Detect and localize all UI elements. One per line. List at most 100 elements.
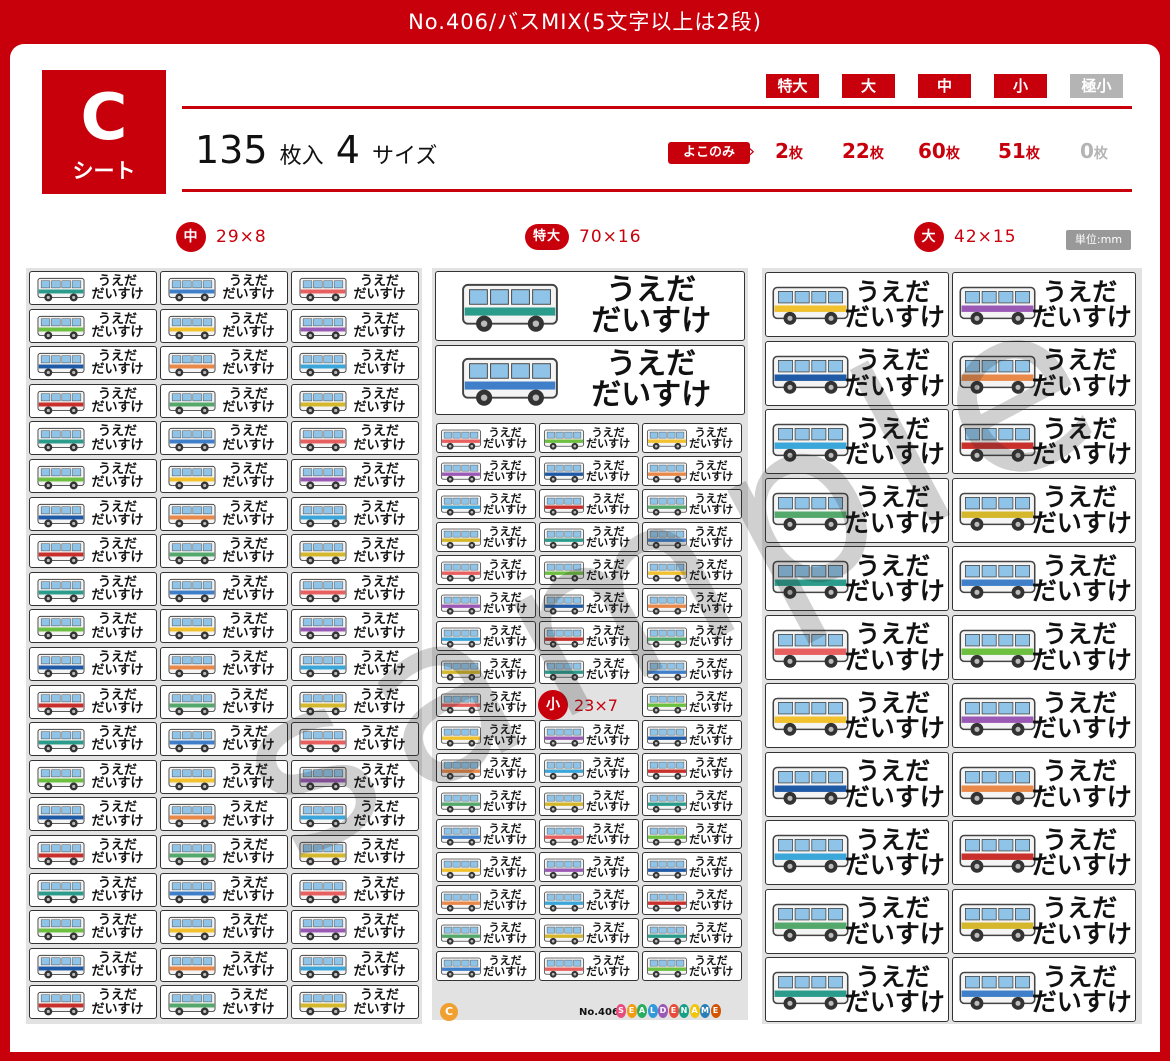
bus-icon bbox=[440, 593, 482, 617]
name-label: うえだ だいすけ bbox=[29, 459, 157, 493]
name-label: うえだ だいすけ bbox=[291, 383, 419, 418]
label-name: うえだ だいすけ bbox=[685, 922, 737, 945]
name-label: うえだ だいすけ bbox=[291, 534, 419, 569]
size-badge-xl: 特大 bbox=[766, 74, 819, 98]
count-xs: 0枚 bbox=[1080, 139, 1108, 163]
label-name-line2: だいすけ bbox=[1031, 576, 1132, 606]
bus-icon bbox=[296, 614, 350, 642]
label-name: うえだ だいすけ bbox=[845, 279, 945, 330]
label-name-line2: だいすけ bbox=[91, 851, 144, 866]
label-name-line2: だいすけ bbox=[91, 663, 144, 678]
label-name-line2: だいすけ bbox=[586, 668, 631, 681]
name-label: うえだ だいすけ bbox=[291, 872, 419, 907]
label-name-line1: うえだ bbox=[228, 950, 268, 966]
label-name-line2: だいすけ bbox=[689, 470, 734, 483]
logo-letter: N bbox=[679, 1004, 689, 1018]
label-name: うえだ だいすけ bbox=[479, 592, 531, 615]
bus-icon bbox=[959, 691, 1036, 746]
logo-letter: A bbox=[637, 1004, 647, 1018]
label-name-line2: だいすけ bbox=[689, 536, 734, 549]
bus-icon bbox=[165, 577, 219, 605]
label-name-line1: うえだ bbox=[359, 837, 399, 853]
label-name: うえだ だいすけ bbox=[685, 427, 737, 450]
label-name: うえだ だいすけ bbox=[346, 387, 413, 414]
label-name-line2: だいすけ bbox=[353, 362, 406, 378]
name-label: うえだ だいすけ bbox=[291, 308, 419, 343]
name-label: うえだ だいすけ bbox=[642, 489, 742, 519]
bus-icon bbox=[34, 502, 88, 530]
name-label: うえだ だいすけ bbox=[160, 947, 288, 982]
label-name-line2: だいすけ bbox=[1031, 850, 1132, 880]
name-label: うえだ だいすけ bbox=[291, 759, 419, 794]
name-label: うえだ だいすけ bbox=[539, 753, 639, 783]
name-label: うえだ だいすけ bbox=[29, 722, 157, 757]
label-name-line1: うえだ bbox=[359, 424, 399, 440]
bus-icon bbox=[296, 502, 350, 530]
label-name-line1: うえだ bbox=[97, 574, 137, 590]
label-name: うえだ だいすけ bbox=[685, 658, 737, 681]
label-name-line2: だいすけ bbox=[1031, 645, 1132, 674]
section-label-medium: 中 29×8 bbox=[176, 222, 267, 252]
bus-icon bbox=[543, 593, 585, 617]
label-name-line2: だいすけ bbox=[586, 503, 631, 516]
name-label: うえだ だいすけ bbox=[29, 797, 157, 832]
bus-icon bbox=[34, 878, 88, 906]
label-name-line2: だいすけ bbox=[1031, 302, 1132, 332]
label-name: うえだ だいすけ bbox=[84, 989, 151, 1016]
bus-icon bbox=[34, 426, 88, 454]
label-name-line1: うえだ bbox=[228, 311, 268, 327]
name-label: うえだ だいすけ bbox=[160, 759, 288, 794]
label-name-line2: だいすけ bbox=[483, 965, 528, 978]
name-label: うえだ だいすけ bbox=[29, 571, 157, 606]
label-name: うえだ だいすけ bbox=[346, 350, 413, 377]
name-label: うえだ だいすけ bbox=[160, 835, 288, 869]
label-name: うえだ だいすけ bbox=[685, 724, 737, 747]
name-label: うえだ だいすけ bbox=[291, 835, 419, 869]
label-name: うえだ だいすけ bbox=[479, 526, 531, 549]
label-name: うえだ だいすけ bbox=[582, 559, 634, 582]
sheet-count-summary: 135 枚入 4 サイズ bbox=[195, 128, 437, 172]
bus-icon bbox=[296, 539, 350, 567]
label-name-line1: うえだ bbox=[359, 649, 399, 665]
label-name: うえだ だいすけ bbox=[582, 889, 634, 912]
label-name-line1: うえだ bbox=[228, 536, 268, 552]
label-name-line1: うえだ bbox=[228, 687, 268, 703]
small-dimensions: 23×7 bbox=[574, 695, 618, 715]
label-name-line2: だいすけ bbox=[222, 738, 275, 754]
label-name: うえだ だいすけ bbox=[582, 790, 634, 813]
name-label: うえだ だいすけ bbox=[160, 308, 288, 343]
name-label: うえだ だいすけ bbox=[765, 888, 949, 954]
name-label: うえだ だいすけ bbox=[29, 684, 157, 719]
name-label: うえだ だいすけ bbox=[29, 835, 157, 869]
label-name: うえだ だいすけ bbox=[1032, 895, 1132, 947]
bus-icon bbox=[543, 428, 585, 452]
bus-icon bbox=[440, 428, 482, 452]
name-label: うえだ だいすけ bbox=[160, 421, 288, 456]
name-label: うえだ だいすけ bbox=[291, 797, 419, 832]
label-name: うえだ だいすけ bbox=[346, 538, 413, 565]
label-name-line2: だいすけ bbox=[222, 625, 275, 641]
bus-icon bbox=[646, 857, 688, 881]
name-label: うえだ だいすけ bbox=[436, 621, 536, 651]
label-name-line2: だいすけ bbox=[91, 324, 144, 340]
name-label: うえだ だいすけ bbox=[291, 459, 419, 493]
label-name-line1: うえだ bbox=[606, 346, 697, 382]
label-name-line1: うえだ bbox=[855, 893, 931, 923]
label-name-line2: だいすけ bbox=[353, 700, 406, 716]
label-name: うえだ だいすけ bbox=[479, 691, 531, 714]
label-name-line2: だいすけ bbox=[353, 738, 406, 754]
label-name: うえだ だいすけ bbox=[685, 955, 737, 978]
bus-icon bbox=[165, 502, 219, 530]
bus-icon bbox=[440, 824, 482, 848]
name-label: うえだ だいすけ bbox=[642, 588, 742, 618]
bus-icon bbox=[646, 593, 688, 617]
name-label: うえだ だいすけ bbox=[539, 852, 639, 882]
name-label: うえだ だいすけ bbox=[160, 722, 288, 757]
name-label: うえだ だいすけ bbox=[765, 477, 949, 543]
label-name-line2: だいすけ bbox=[586, 932, 631, 945]
label-name: うえだ だいすけ bbox=[571, 349, 732, 410]
name-label: うえだ だいすけ bbox=[29, 308, 157, 343]
label-name: うえだ だいすけ bbox=[479, 493, 531, 516]
label-name-line1: うえだ bbox=[97, 311, 137, 327]
name-label: うえだ だいすけ bbox=[160, 571, 288, 606]
